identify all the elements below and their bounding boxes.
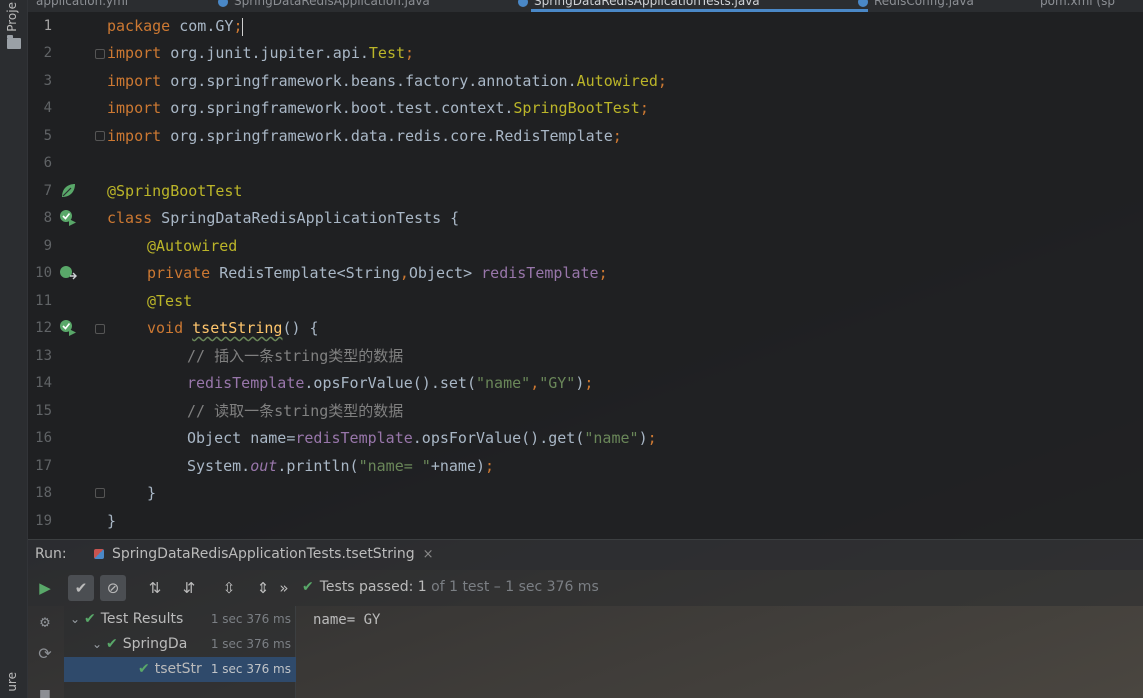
more-actions-icon[interactable]: » — [276, 575, 292, 601]
line-number: 1 — [43, 18, 52, 34]
sort-by-duration-icon[interactable]: ⇵ — [176, 575, 202, 601]
line-number: 16 — [35, 430, 52, 446]
console-output[interactable]: name= GY — [297, 606, 1143, 698]
line-number: 13 — [35, 348, 52, 364]
code-line-1: package com.GY; — [107, 17, 244, 36]
code-line-7: @SpringBootTest — [107, 182, 243, 200]
tab-pom-xml[interactable]: pom.xml (sp — [1040, 0, 1115, 10]
code-line-5: import org.springframework.data.redis.co… — [107, 127, 622, 145]
test-config-icon — [94, 549, 104, 559]
console-line: name= GY — [313, 612, 381, 628]
close-icon[interactable]: × — [423, 547, 434, 562]
tree-row-test-results[interactable]: ⌄ ✔ Test Results 1 sec 376 ms — [64, 607, 296, 632]
code-line-18: } — [147, 484, 157, 502]
line-number: 9 — [43, 238, 52, 254]
check-icon: ✔ — [302, 579, 314, 595]
rerun-icon[interactable]: ▶ — [32, 575, 58, 601]
line-number: 14 — [35, 375, 52, 391]
code-line-12: void tsetString() { — [147, 319, 319, 337]
line-number: 7 — [43, 183, 52, 199]
tree-row-test-class[interactable]: ⌄ ✔ SpringDa 1 sec 376 ms — [64, 632, 296, 657]
settings-icon[interactable]: ⚙ — [36, 612, 54, 631]
code-line-11: @Test — [147, 292, 193, 310]
code-line-16: Object name=redisTemplate.opsForValue().… — [187, 429, 657, 447]
fold-marker-icon[interactable] — [95, 324, 105, 334]
check-icon: ✔ — [106, 636, 118, 652]
line-number: 3 — [43, 73, 52, 89]
code-line-14: redisTemplate.opsForValue().set("name","… — [187, 374, 594, 392]
code-line-9: @Autowired — [147, 237, 238, 255]
java-class-icon — [858, 0, 868, 7]
editor-gutter: 1 2 3 4 5 6 7 8 9 10 11 12 13 14 15 16 1… — [28, 12, 105, 539]
test-status: ✔ Tests passed: 1 of 1 test – 1 sec 376 m… — [302, 579, 599, 595]
spring-bean-icon[interactable] — [59, 182, 77, 200]
line-number: 17 — [35, 458, 52, 474]
code-line-10: private RedisTemplate<String,Object> red… — [147, 264, 608, 282]
test-results-tree: ⌄ ✔ Test Results 1 sec 376 ms ⌄ ✔ SpringDa 1… — [64, 606, 296, 698]
tab-application-java[interactable]: SpringDataRedisApplication.java — [218, 0, 430, 10]
tab-application-yml[interactable]: application.yml — [36, 0, 128, 10]
autowired-navigate-icon[interactable] — [59, 264, 77, 282]
tree-row-test-method[interactable]: ✔ tsetStr 1 sec 376 ms — [64, 657, 296, 682]
java-class-icon — [218, 0, 228, 7]
check-icon: ✔ — [138, 661, 150, 677]
rerun-failed-icon[interactable]: ⟳ — [36, 644, 54, 663]
code-line-17: System.out.println("name= "+name); — [187, 457, 495, 475]
line-number: 10 — [35, 265, 52, 281]
expand-all-icon[interactable]: ⇳ — [216, 575, 242, 601]
run-label: Run: — [35, 546, 67, 562]
java-class-icon — [518, 0, 528, 7]
fold-marker-icon[interactable] — [95, 131, 105, 141]
line-number: 5 — [43, 128, 52, 144]
run-side-tools: ⚙ ⟳ ■ — [28, 606, 64, 698]
stop-icon[interactable]: ■ — [36, 684, 54, 698]
code-line-8: class SpringDataRedisApplicationTests { — [107, 209, 460, 227]
fold-marker-icon[interactable] — [95, 49, 105, 59]
structure-tool-label[interactable]: ure — [5, 672, 19, 692]
code-line-2: import org.junit.jupiter.api.Test; — [107, 44, 415, 62]
line-number: 19 — [35, 513, 52, 529]
editor-tab-bar: application.yml SpringDataRedisApplicati… — [28, 0, 1143, 12]
run-toolbar: ▶ ✔ ⊘ ⇅ ⇵ ⇳ ⇕ » ✔ Tests passed: 1 of 1 te… — [28, 570, 1143, 606]
line-number: 15 — [35, 403, 52, 419]
project-tool-label[interactable]: Proje — [5, 2, 19, 32]
code-line-4: import org.springframework.boot.test.con… — [107, 99, 649, 117]
show-ignored-icon[interactable]: ⊘ — [100, 575, 126, 601]
tab-redis-config[interactable]: RedisConfig.java — [858, 0, 974, 10]
line-number: 4 — [43, 100, 52, 116]
check-icon: ✔ — [84, 611, 96, 627]
collapse-all-icon[interactable]: ⇕ — [250, 575, 276, 601]
code-line-3: import org.springframework.beans.factory… — [107, 72, 667, 90]
code-line-19: } — [107, 512, 117, 530]
show-passed-icon[interactable]: ✔ — [68, 575, 94, 601]
code-editor[interactable]: 1 2 3 4 5 6 7 8 9 10 11 12 13 14 15 16 1… — [28, 12, 1143, 539]
fold-marker-icon[interactable] — [95, 488, 105, 498]
left-tool-strip: Proje ure — [0, 0, 28, 698]
code-line-13: // 插入一条string类型的数据 — [187, 347, 404, 365]
run-test-method-icon[interactable] — [59, 319, 77, 337]
line-number: 6 — [43, 155, 52, 171]
sort-alphabetically-icon[interactable]: ⇅ — [142, 575, 168, 601]
line-number: 11 — [35, 293, 52, 309]
text-cursor — [242, 17, 244, 36]
folder-icon[interactable] — [7, 35, 21, 49]
line-number: 2 — [43, 45, 52, 61]
run-tool-window-header: Run: SpringDataRedisApplicationTests.tse… — [28, 539, 1143, 570]
line-number: 18 — [35, 485, 52, 501]
chevron-down-icon[interactable]: ⌄ — [70, 607, 84, 632]
run-config-tab[interactable]: SpringDataRedisApplicationTests.tsetStri… — [94, 546, 434, 562]
chevron-down-icon[interactable]: ⌄ — [92, 632, 106, 657]
line-number: 12 — [35, 320, 52, 336]
run-test-class-icon[interactable] — [59, 209, 77, 227]
line-number: 8 — [43, 210, 52, 226]
code-line-15: // 读取一条string类型的数据 — [187, 402, 404, 420]
